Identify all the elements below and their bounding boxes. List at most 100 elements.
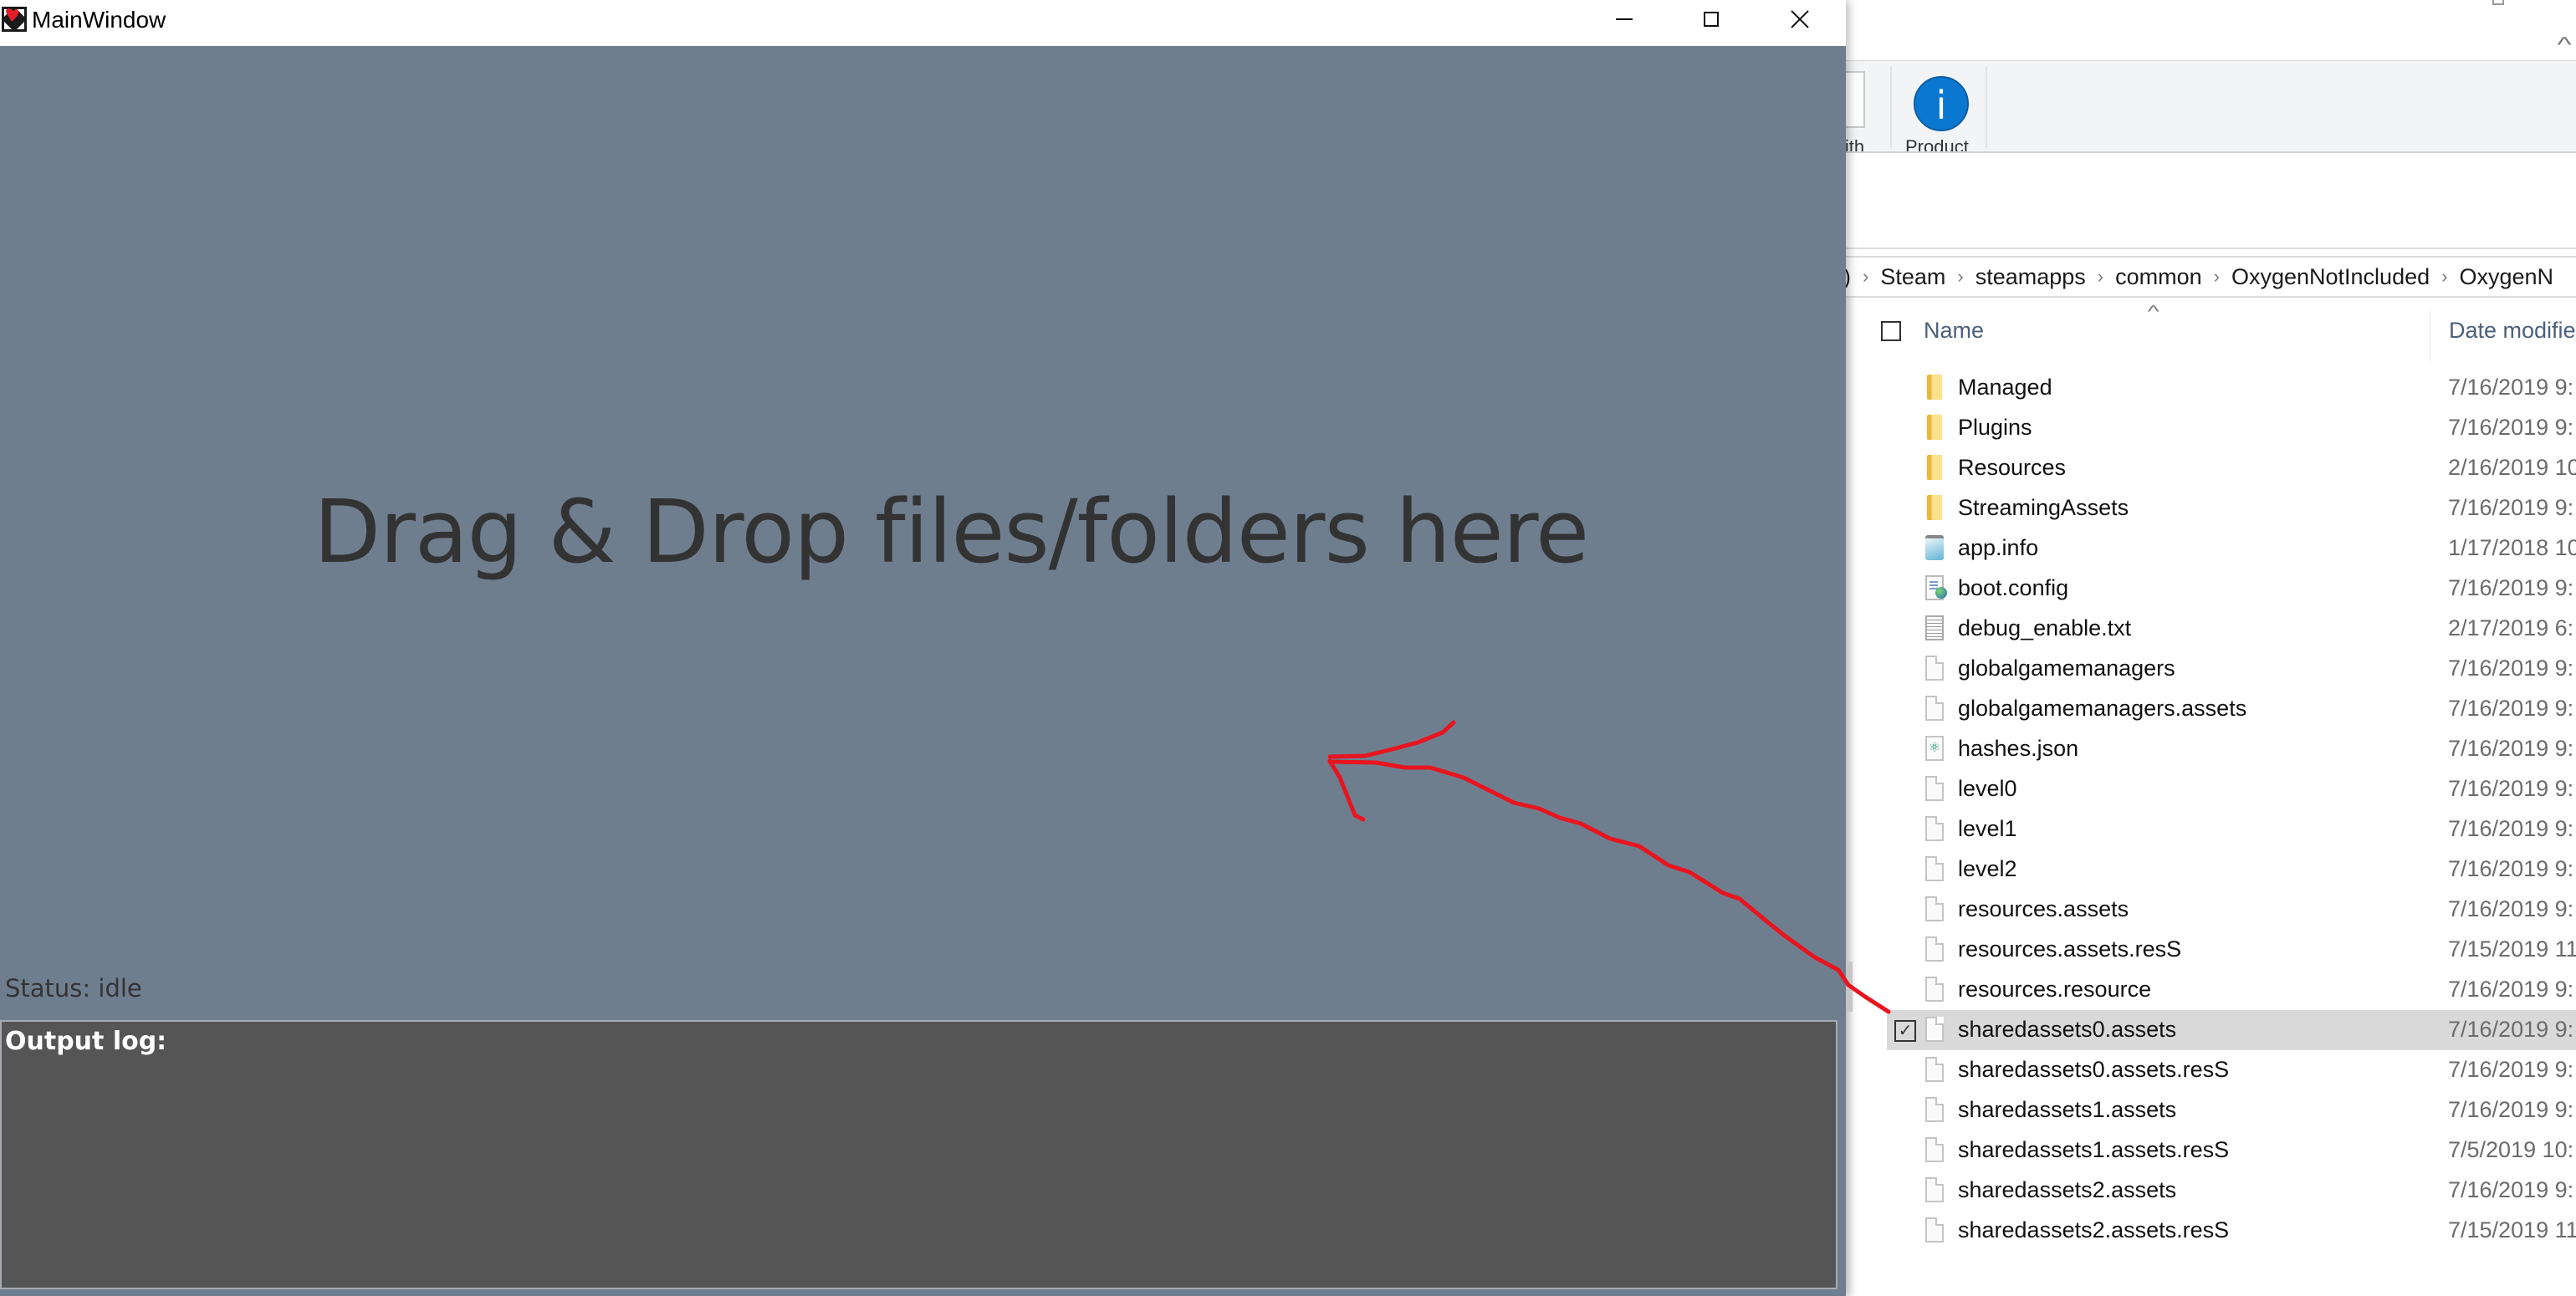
file-list-item[interactable]: sharedassets2.assets.resS 7/15/2019 11 <box>1840 1211 2576 1251</box>
file-list-item[interactable]: Managed 7/16/2019 9: <box>1840 368 2576 408</box>
file-date-modified: 7/5/2019 10: <box>2448 1137 2574 1162</box>
column-header-name[interactable]: Name <box>1924 318 1984 344</box>
file-list-item-content: debug_enable.txt 2/17/2019 6: <box>1840 609 2576 649</box>
file-name[interactable]: globalgamemanagers <box>1958 656 2175 681</box>
breadcrumb-item[interactable]: Steam <box>1877 264 1949 290</box>
file-name[interactable]: sharedassets1.assets <box>1958 1097 2176 1123</box>
file-date-modified: 7/16/2019 9: <box>2448 1017 2574 1042</box>
output-log-panel[interactable]: Output log: <box>0 1020 1837 1289</box>
close-button[interactable] <box>1756 0 1843 38</box>
file-date-modified: 7/16/2019 9: <box>2448 495 2574 520</box>
folder-icon <box>1927 375 1942 400</box>
maximize-button[interactable] <box>1668 0 1755 38</box>
file-name[interactable]: Managed <box>1958 375 2052 401</box>
file-list-item-content: resources.assets.resS 7/15/2019 11 <box>1840 930 2576 970</box>
text-file-icon <box>1925 615 1944 640</box>
file-list-item[interactable]: debug_enable.txt 2/17/2019 6: <box>1840 609 2576 649</box>
file-list-item[interactable]: app.info 1/17/2018 10 <box>1840 528 2576 569</box>
file-list-item-content: Plugins 7/16/2019 9: <box>1840 408 2576 448</box>
file-name[interactable]: resources.assets <box>1958 896 2129 922</box>
file-name[interactable]: resources.assets.resS <box>1958 936 2181 962</box>
file-list-item-content: app.info 1/17/2018 10 <box>1840 528 2576 569</box>
file-list-item[interactable]: resources.assets 7/16/2019 9: <box>1840 890 2576 930</box>
minimize-button[interactable] <box>1581 0 1668 38</box>
file-date-modified: 7/16/2019 9: <box>2448 1057 2574 1082</box>
folder-icon <box>1927 495 1942 520</box>
ribbon-collapse-chevron-icon[interactable]: ^ <box>2557 32 2571 58</box>
file-list-item[interactable]: StreamingAssets 7/16/2019 9: <box>1840 488 2576 528</box>
file-name[interactable]: sharedassets2.assets <box>1958 1177 2176 1203</box>
file-list-item[interactable]: level2 7/16/2019 9: <box>1840 850 2576 890</box>
file-name[interactable]: sharedassets0.assets <box>1958 1017 2176 1043</box>
file-name[interactable]: level2 <box>1958 856 2017 882</box>
file-name[interactable]: hashes.json <box>1958 736 2078 762</box>
info-icon[interactable]: i <box>1914 76 1969 131</box>
chevron-right-icon[interactable]: › <box>1949 266 1971 288</box>
file-file-icon <box>1925 1137 1944 1162</box>
file-date-modified: 7/16/2019 9: <box>2448 415 2574 440</box>
file-list-item[interactable]: resources.assets.resS 7/15/2019 11 <box>1840 930 2576 970</box>
file-name[interactable]: Plugins <box>1958 415 2032 441</box>
config-file-icon <box>1925 575 1947 600</box>
file-list-item[interactable]: boot.config 7/16/2019 9: <box>1840 569 2576 609</box>
file-list-item-content: level0 7/16/2019 9: <box>1840 769 2576 809</box>
notepad-file-icon <box>1925 535 1944 560</box>
file-list-item[interactable]: ⚛ hashes.json 7/16/2019 9: <box>1840 729 2576 769</box>
column-header-row: ^ Name Date modifie <box>1840 298 2576 365</box>
file-list-item[interactable]: sharedassets0.assets.resS 7/16/2019 9: <box>1840 1050 2576 1090</box>
file-list-item[interactable]: resources.resource 7/16/2019 9: <box>1840 970 2576 1010</box>
explorer-title-strip: ^ <box>1840 0 2576 60</box>
file-list-item[interactable]: level0 7/16/2019 9: <box>1840 769 2576 809</box>
file-list-item[interactable]: sharedassets1.assets.resS 7/5/2019 10: <box>1840 1130 2576 1171</box>
file-list-item-content: ⚛ hashes.json 7/16/2019 9: <box>1840 729 2576 769</box>
row-checkbox-checked[interactable]: ✓ <box>1894 1020 1916 1042</box>
file-list-item[interactable]: ✓ sharedassets0.assets 7/16/2019 9: <box>1887 1010 2576 1050</box>
file-list-item[interactable]: Plugins 7/16/2019 9: <box>1840 408 2576 448</box>
file-list-item[interactable]: globalgamemanagers 7/16/2019 9: <box>1840 649 2576 689</box>
breadcrumb-item[interactable]: OxygenN <box>2456 264 2557 290</box>
json-file-icon: ⚛ <box>1925 736 1944 761</box>
file-name[interactable]: sharedassets0.assets.resS <box>1958 1057 2229 1083</box>
file-list-item[interactable]: level1 7/16/2019 9: <box>1840 809 2576 850</box>
file-list-item-content: level2 7/16/2019 9: <box>1840 850 2576 890</box>
breadcrumb-item[interactable]: OxygenNotIncluded <box>2228 264 2433 290</box>
file-name[interactable]: globalgamemanagers.assets <box>1958 696 2246 722</box>
file-name[interactable]: sharedassets1.assets.resS <box>1958 1137 2229 1163</box>
chevron-right-icon[interactable]: › <box>2205 266 2228 288</box>
title-bar[interactable]: MainWindow <box>0 0 1846 46</box>
file-name[interactable]: level1 <box>1958 816 2017 842</box>
file-name[interactable]: Resources <box>1958 455 2066 481</box>
breadcrumb-item[interactable]: common <box>2112 264 2205 290</box>
column-header-date-modified[interactable]: Date modifie <box>2449 318 2576 344</box>
file-date-modified: 7/15/2019 11 <box>2448 936 2576 962</box>
file-list-item[interactable]: sharedassets1.assets 7/16/2019 9: <box>1840 1090 2576 1130</box>
file-list-item[interactable]: Resources 2/16/2019 10 <box>1840 448 2576 488</box>
file-name[interactable]: level0 <box>1958 776 2017 802</box>
select-all-checkbox[interactable] <box>1881 321 1901 341</box>
ribbon-separator <box>1890 66 1892 148</box>
file-file-icon <box>1925 656 1944 681</box>
maximize-icon <box>1704 11 1719 27</box>
file-list: Managed 7/16/2019 9: Plugins 7/16/2019 9: Re… <box>1840 368 2576 1251</box>
file-date-modified: 7/16/2019 9: <box>2448 896 2574 921</box>
file-name[interactable]: boot.config <box>1958 575 2068 601</box>
file-name[interactable]: debug_enable.txt <box>1958 615 2131 641</box>
breadcrumb[interactable]: ) › Steam › steamapps › common › OxygenNotInclud… <box>1840 256 2576 298</box>
file-name[interactable]: sharedassets2.assets.resS <box>1958 1217 2229 1243</box>
breadcrumb-item[interactable]: steamapps <box>1972 264 2089 290</box>
file-date-modified: 7/15/2019 11 <box>2448 1217 2576 1242</box>
folder-icon <box>1927 415 1942 440</box>
file-name[interactable]: app.info <box>1958 535 2038 561</box>
file-name[interactable]: resources.resource <box>1958 977 2151 1003</box>
sort-ascending-icon: ^ <box>2147 303 2159 321</box>
file-list-item-content: globalgamemanagers 7/16/2019 9: <box>1840 649 2576 689</box>
window-control-fragment <box>2492 0 2504 5</box>
chevron-right-icon[interactable]: › <box>2433 266 2456 288</box>
file-list-item[interactable]: globalgamemanagers.assets 7/16/2019 9: <box>1840 689 2576 729</box>
chevron-right-icon[interactable]: › <box>1854 266 1877 288</box>
file-name[interactable]: StreamingAssets <box>1958 495 2129 521</box>
file-list-item-content: StreamingAssets 7/16/2019 9: <box>1840 488 2576 528</box>
file-list-item[interactable]: sharedassets2.assets 7/16/2019 9: <box>1840 1171 2576 1211</box>
window-resize-edge[interactable] <box>1846 962 1853 1012</box>
chevron-right-icon[interactable]: › <box>2089 266 2112 288</box>
